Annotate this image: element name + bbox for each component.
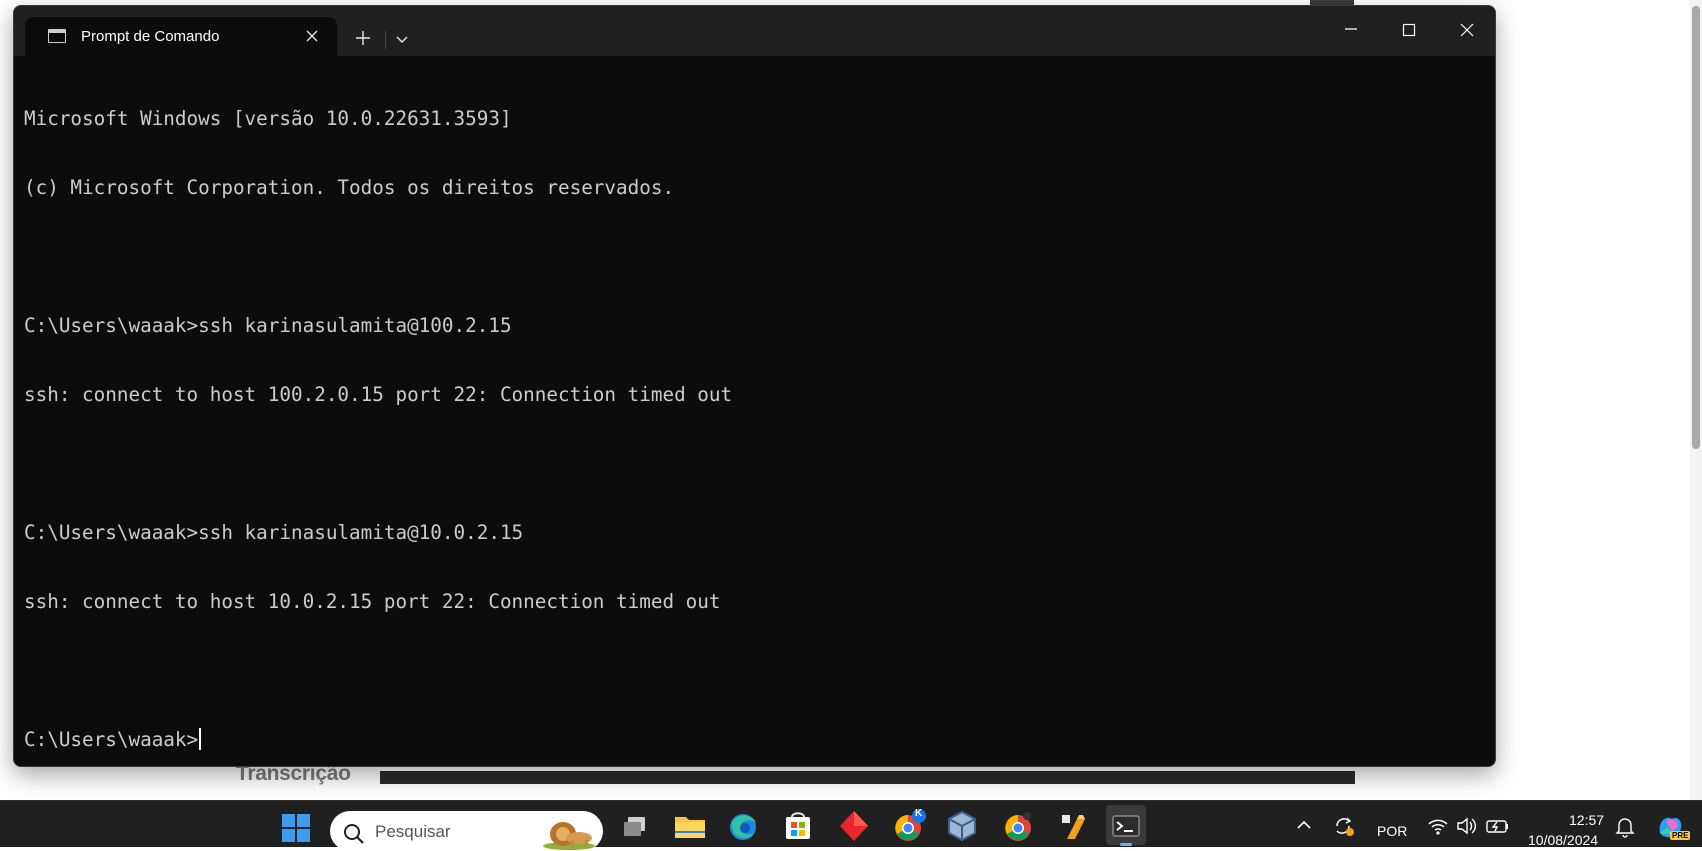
windows-start-icon (282, 814, 310, 842)
virtualbox-button[interactable] (942, 805, 982, 845)
show-hidden-icons-button[interactable] (1290, 811, 1318, 839)
terminal-line: (c) Microsoft Corporation. Todos os dire… (24, 176, 675, 199)
chrome-button[interactable] (998, 805, 1038, 845)
start-button[interactable] (276, 805, 316, 845)
taskbar-search[interactable]: Pesquisar (330, 811, 603, 851)
wifi-button[interactable] (1423, 811, 1453, 841)
clock-date[interactable]: 10/08/2024 (1528, 832, 1598, 848)
tab-dropdown-button[interactable] (390, 25, 414, 53)
file-explorer-button[interactable] (670, 805, 710, 845)
search-placeholder: Pesquisar (375, 822, 451, 841)
battery-charging-icon (1486, 820, 1508, 833)
title-bar[interactable]: Prompt de Comando (14, 6, 1495, 56)
task-view-icon (624, 817, 645, 836)
volume-button[interactable] (1453, 811, 1481, 841)
chevron-down-icon (396, 36, 408, 43)
terminal-line: C:\Users\waaak>ssh karinasulamita@100.2.… (24, 314, 512, 337)
minimize-icon (1345, 28, 1357, 30)
red-diamond-app-button[interactable] (834, 805, 874, 845)
copilot-badge: PRE (1670, 831, 1691, 840)
terminal-prompt-line[interactable]: C:\Users\waaak> (24, 728, 1484, 751)
app-tool-icon (1062, 815, 1085, 839)
active-indicator (1120, 843, 1132, 846)
microsoft-store-icon (786, 812, 810, 839)
terminal-line: Microsoft Windows [versão 10.0.22631.359… (24, 107, 512, 130)
close-button[interactable] (1439, 6, 1495, 56)
terminal-line: ssh: connect to host 100.2.0.15 port 22:… (24, 383, 733, 406)
virtualbox-icon (948, 810, 976, 842)
volume-icon (1457, 817, 1476, 835)
chrome-profile-icon (895, 809, 926, 841)
battery-button[interactable] (1482, 811, 1512, 841)
chrome-icon (1005, 812, 1031, 841)
minimize-button[interactable] (1323, 6, 1379, 56)
page-scrollbar-thumb[interactable] (1692, 6, 1700, 449)
microsoft-store-button[interactable] (778, 805, 818, 845)
chrome-profile-button[interactable]: K (889, 805, 929, 845)
terminal-window: Prompt de Comando Microsoft Windows [ver… (13, 5, 1496, 767)
maximize-icon (1402, 23, 1416, 37)
wifi-icon (1428, 819, 1448, 835)
tab-separator (385, 31, 386, 49)
chevron-up-icon (1297, 820, 1311, 829)
app-red-diamond-icon (840, 811, 868, 841)
terminal-line: C:\Users\waaak>ssh karinasulamita@10.0.2… (24, 521, 524, 544)
tab-title: Prompt de Comando (81, 28, 220, 45)
tab-prompt-de-comando[interactable]: Prompt de Comando (25, 17, 337, 56)
sync-status-button[interactable] (1328, 811, 1358, 841)
language-indicator[interactable]: POR (1377, 823, 1407, 839)
text-cursor (199, 728, 202, 750)
search-icon (344, 824, 364, 844)
profile-badge-letter: K (915, 808, 923, 819)
edge-icon (730, 814, 756, 840)
terminal-output[interactable]: Microsoft Windows [versão 10.0.22631.359… (24, 61, 1484, 766)
window-controls (1321, 6, 1495, 56)
terminal-line: ssh: connect to host 10.0.2.15 port 22: … (24, 590, 721, 613)
task-view-button[interactable] (615, 805, 655, 845)
background-input-bar (380, 771, 1355, 784)
clock-time[interactable]: 12:57 (1569, 812, 1604, 828)
cmd-icon (48, 29, 66, 43)
maximize-button[interactable] (1381, 6, 1437, 56)
close-icon (1460, 23, 1474, 37)
terminal-taskbar-button[interactable] (1106, 805, 1146, 846)
terminal-prompt: C:\Users\waaak> (24, 728, 199, 751)
notifications-button[interactable] (1612, 813, 1638, 841)
close-tab-icon[interactable] (300, 24, 324, 48)
search-highlight-lion-icon (543, 822, 595, 850)
sync-icon (1336, 817, 1354, 836)
terminal-icon (1112, 815, 1140, 837)
edge-button[interactable] (723, 805, 763, 845)
copilot-button[interactable]: PRE (1652, 809, 1691, 845)
bell-icon (1615, 818, 1635, 838)
new-tab-button[interactable] (347, 23, 379, 53)
file-explorer-icon (675, 817, 705, 838)
tool-app-button[interactable] (1053, 805, 1093, 845)
